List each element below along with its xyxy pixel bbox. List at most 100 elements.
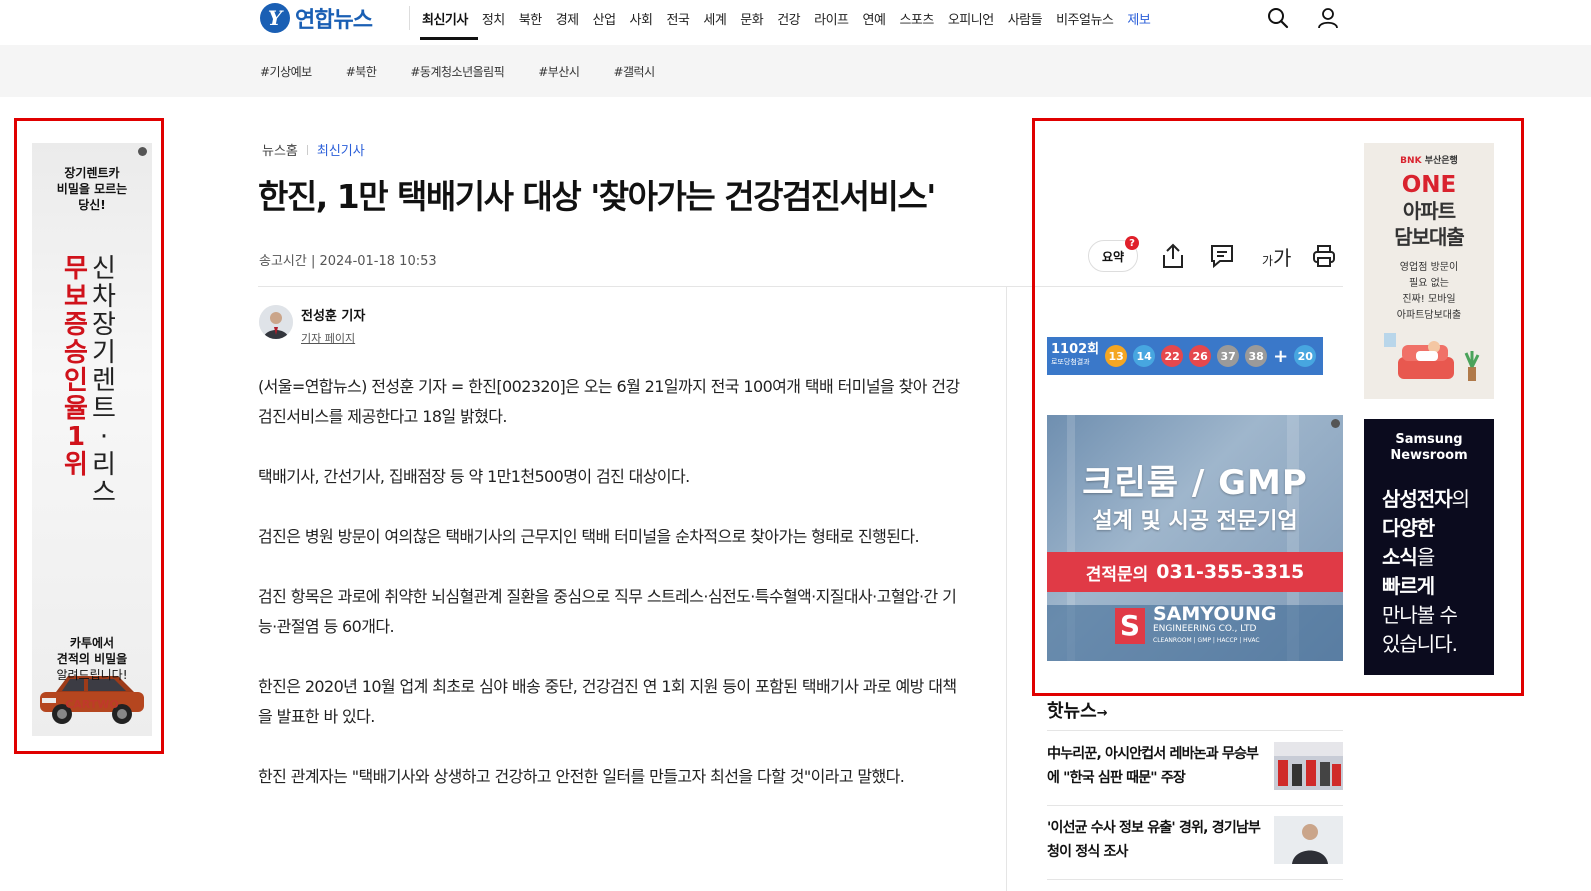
nav-divider <box>409 6 410 30</box>
lotto-ball: 26 <box>1189 345 1212 367</box>
hot-news-item-title[interactable]: '이선균 수사 정보 유출' 경위, 경기남부청이 정식 조사 <box>1047 816 1265 864</box>
top-header: Y 연합뉴스 최신기사 정치 북한 경제 산업 사회 전국 세계 문화 건강 라… <box>0 0 1591 45</box>
samsung-text: 의 <box>1451 487 1470 511</box>
nav-item-sports[interactable]: 스포츠 <box>899 9 934 28</box>
bnk-desc-line: 필요 없는 <box>1409 278 1449 289</box>
nav-item-opinion[interactable]: 오피니언 <box>948 9 994 28</box>
ad-footer-line: 카투에서 <box>69 636 115 650</box>
article-paragraph: 한진 관계자는 "택배기사와 상생하고 건강하고 안전한 일터를 만들고자 최선… <box>258 767 905 786</box>
lotto-plus: + <box>1273 345 1289 367</box>
hashtag-item[interactable]: #갤럭시 <box>613 63 655 80</box>
gmp-ad-phone-band: 견적문의 031-355-3315 <box>1047 552 1343 592</box>
samsung-header-line: Samsung <box>1395 432 1463 447</box>
ad-footer-line: 알려드립니다! <box>56 668 128 682</box>
hashtag-item[interactable]: #북한 <box>346 63 377 80</box>
nav-item-politics[interactable]: 정치 <box>482 9 505 28</box>
samyoung-logo: S SAMYOUNG ENGINEERING CO., LTD CLEANROO… <box>1115 605 1276 646</box>
hot-news-title[interactable]: 핫뉴스→ <box>1047 697 1108 723</box>
hashtag-item[interactable]: #부산시 <box>538 63 580 80</box>
ad-footer-line: 견적의 비밀을 <box>56 652 128 666</box>
nav-item-north-korea[interactable]: 북한 <box>519 9 542 28</box>
nav-item-nationwide[interactable]: 전국 <box>666 9 689 28</box>
article-paragraph: 검진 항목은 과로에 취약한 뇌심혈관계 질환을 중심으로 직무 스트레스·심전… <box>258 587 957 636</box>
arrow-right-icon: → <box>1096 706 1108 721</box>
nav-item-people[interactable]: 사람들 <box>1008 9 1043 28</box>
logo-mark: Y <box>260 3 290 33</box>
hot-news-item-title[interactable]: 中누리꾼, 아시안컵서 레바논과 무승부에 "한국 심판 때문" 주장 <box>1047 742 1265 790</box>
hot-news-thumbnail[interactable] <box>1274 816 1343 864</box>
hot-news-label: 핫뉴스 <box>1047 701 1097 722</box>
divider <box>1047 879 1343 880</box>
nav-item-visual-news[interactable]: 비주얼뉴스 <box>1056 9 1114 28</box>
hot-news-item[interactable]: '이선균 수사 정보 유출' 경위, 경기남부청이 정식 조사 <box>1047 816 1343 876</box>
article-title: 한진, 1만 택배기사 대상 '찾아가는 건강검진서비스' <box>258 177 936 216</box>
logo-text: 연합뉴스 <box>295 8 373 33</box>
nav-active-underline <box>420 37 478 40</box>
reporter-avatar[interactable] <box>259 305 293 339</box>
article-paragraph: 검진은 병원 방문이 여의찮은 택배기사의 근무지인 택배 터미널을 순차적으로… <box>258 527 920 546</box>
bnk-apartment-loan-ad[interactable]: BNK 부산은행 ONE 아파트 담보대출 영업점 방문이 필요 없는 진짜! … <box>1364 143 1494 399</box>
company-tags: CLEANROOM | GMP | HACCP | HVAC <box>1153 637 1260 644</box>
lotto-ball: 22 <box>1161 345 1184 367</box>
article-paragraph: 한진은 2020년 10월 업계 최초로 심야 배송 중단, 건강검진 연 1회… <box>258 677 957 726</box>
nav-item-world[interactable]: 세계 <box>703 9 726 28</box>
nav-item-industry[interactable]: 산업 <box>593 9 616 28</box>
breadcrumb-separator <box>306 144 308 155</box>
lotto-ball: 37 <box>1217 345 1240 367</box>
bnk-bank-logo: BNK 부산은행 <box>1364 153 1494 166</box>
bnk-desc-line: 아파트담보대출 <box>1396 310 1462 321</box>
left-banner-ad[interactable]: 장기렌트카 비밀을 모르는 당신! 무보증승인율1위 신차장기렌트·리스 카투에… <box>32 143 152 736</box>
nav-item-culture[interactable]: 문화 <box>740 9 763 28</box>
reporter-name[interactable]: 전성훈 기자 <box>301 305 365 324</box>
company-name: SAMYOUNG <box>1153 603 1277 625</box>
breadcrumb-home[interactable]: 뉴스홈 <box>262 140 298 159</box>
nav-item-society[interactable]: 사회 <box>630 9 653 28</box>
ad-info-icon[interactable] <box>138 147 147 156</box>
ad-headline-line: 비밀을 모르는 <box>56 182 128 196</box>
breadcrumb-current[interactable]: 최신기사 <box>317 140 365 159</box>
nav-item-report[interactable]: 제보 <box>1127 9 1150 28</box>
bnk-desc-line: 영업점 방문이 <box>1399 262 1459 273</box>
hashtag-item[interactable]: #동계청소년올림픽 <box>410 63 504 80</box>
gmp-ad-subheadline: 설계 및 시공 전문기업 <box>1092 509 1298 534</box>
nav-item-life[interactable]: 라이프 <box>814 9 849 28</box>
samsung-body: 삼성전자의 다양한 소식을 빠르게 만나볼 수 있습니다. <box>1382 485 1470 659</box>
reporter-info: 전성훈 기자 기자 페이지 <box>259 305 365 346</box>
bnk-bank-name: 부산은행 <box>1424 156 1458 166</box>
samsung-text: 있습니다. <box>1382 632 1458 656</box>
hot-news-thumbnail[interactable] <box>1274 742 1343 790</box>
ad-headline: 장기렌트카 비밀을 모르는 당신! <box>32 165 152 213</box>
lotto-ball: 13 <box>1105 345 1128 367</box>
samsung-newsroom-ad[interactable]: Samsung Newsroom 삼성전자의 다양한 소식을 빠르게 만나볼 수… <box>1364 419 1494 675</box>
samsung-text-bold: 삼성전자 <box>1382 487 1453 511</box>
ad-headline-line: 장기렌트카 <box>64 166 120 180</box>
main-nav: 최신기사 정치 북한 경제 산업 사회 전국 세계 문화 건강 라이프 연예 스… <box>422 0 1164 36</box>
hot-news-item[interactable]: 中누리꾼, 아시안컵서 레바논과 무승부에 "한국 심판 때문" 주장 <box>1047 742 1343 802</box>
samsung-text-bold: 빠르게 <box>1382 574 1435 598</box>
ad-vertical-red-text: 무보증승인율1위 <box>64 254 88 480</box>
lotto-round-number: 1102회 <box>1051 342 1100 357</box>
nav-item-economy[interactable]: 경제 <box>556 9 579 28</box>
lotto-round-sub: 로또당첨결과 <box>1051 358 1090 366</box>
reporter-page-link[interactable]: 기자 페이지 <box>301 330 365 346</box>
samyoung-ad[interactable]: 크린룸 / GMP 설계 및 시공 전문기업 견적문의 031-355-3315… <box>1047 415 1343 661</box>
site-logo[interactable]: Y 연합뉴스 <box>260 0 373 36</box>
lotto-round: 1102회 로또당첨결과 <box>1051 343 1099 369</box>
sent-time: 송고시간 | 2024-01-18 10:53 <box>259 254 437 269</box>
samsung-text-bold: 다양한 <box>1382 516 1435 540</box>
phone-number: 031-355-3315 <box>1156 561 1305 583</box>
breadcrumb: 뉴스홈 최신기사 <box>262 140 365 159</box>
divider <box>1047 730 1343 731</box>
lotto-result-banner[interactable]: 1102회 로또당첨결과 13 14 22 26 37 38 + 20 <box>1047 337 1323 375</box>
hashtag-bar: #기상예보 #북한 #동계청소년올림픽 #부산시 #갤럭시 <box>0 45 1591 97</box>
nav-item-latest[interactable]: 최신기사 <box>422 9 468 28</box>
search-icon[interactable] <box>1266 6 1290 30</box>
samsung-header-line: Newsroom <box>1390 448 1468 463</box>
user-icon[interactable] <box>1316 6 1340 30</box>
gmp-ad-headline: 크린룸 / GMP <box>1082 463 1308 503</box>
nav-item-entertainment[interactable]: 연예 <box>863 9 886 28</box>
ad-info-icon[interactable] <box>1331 419 1340 428</box>
nav-item-health[interactable]: 건강 <box>777 9 800 28</box>
reporter-photo <box>259 305 293 339</box>
hashtag-item[interactable]: #기상예보 <box>260 63 312 80</box>
